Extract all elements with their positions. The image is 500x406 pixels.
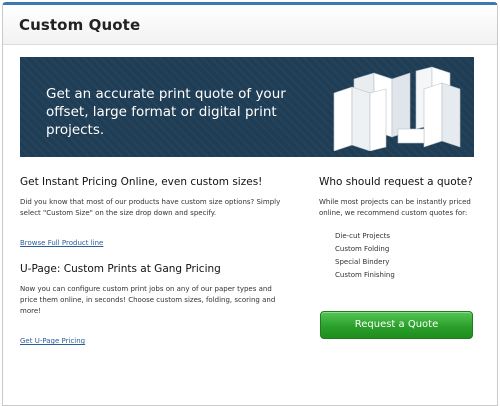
pricing-heading: Get Instant Pricing Online, even custom …	[20, 176, 263, 188]
list-item: Die-cut Projects	[335, 232, 391, 240]
page-title: Custom Quote	[19, 16, 141, 34]
quote-reasons-list: Die-cut Projects Custom Folding Special …	[335, 230, 479, 282]
pricing-body: Did you know that most of our products h…	[20, 198, 281, 217]
brochure-stack-icon	[333, 66, 461, 151]
upage-pricing-link[interactable]: Get U-Page Pricing	[20, 337, 85, 345]
list-item: Special Bindery	[335, 258, 390, 266]
banner-text: Get an accurate print quote of your offs…	[46, 86, 286, 138]
list-item: Custom Folding	[335, 245, 390, 253]
browse-product-line-link[interactable]: Browse Full Product line	[20, 239, 103, 247]
left-column: Get Instant Pricing Online, even custom …	[20, 176, 290, 347]
list-item: Custom Finishing	[335, 271, 395, 279]
upage-body: Now you can configure custom print jobs …	[20, 285, 276, 315]
promo-banner: Get an accurate print quote of your offs…	[20, 57, 474, 157]
who-heading: Who should request a quote?	[319, 176, 473, 188]
panel-header: Custom Quote	[3, 5, 497, 45]
upage-heading: U-Page: Custom Prints at Gang Pricing	[20, 263, 221, 275]
who-body: While most projects can be instantly pri…	[319, 198, 471, 217]
right-column: Who should request a quote? While most p…	[319, 176, 479, 282]
request-quote-button[interactable]: Request a Quote	[320, 311, 473, 339]
